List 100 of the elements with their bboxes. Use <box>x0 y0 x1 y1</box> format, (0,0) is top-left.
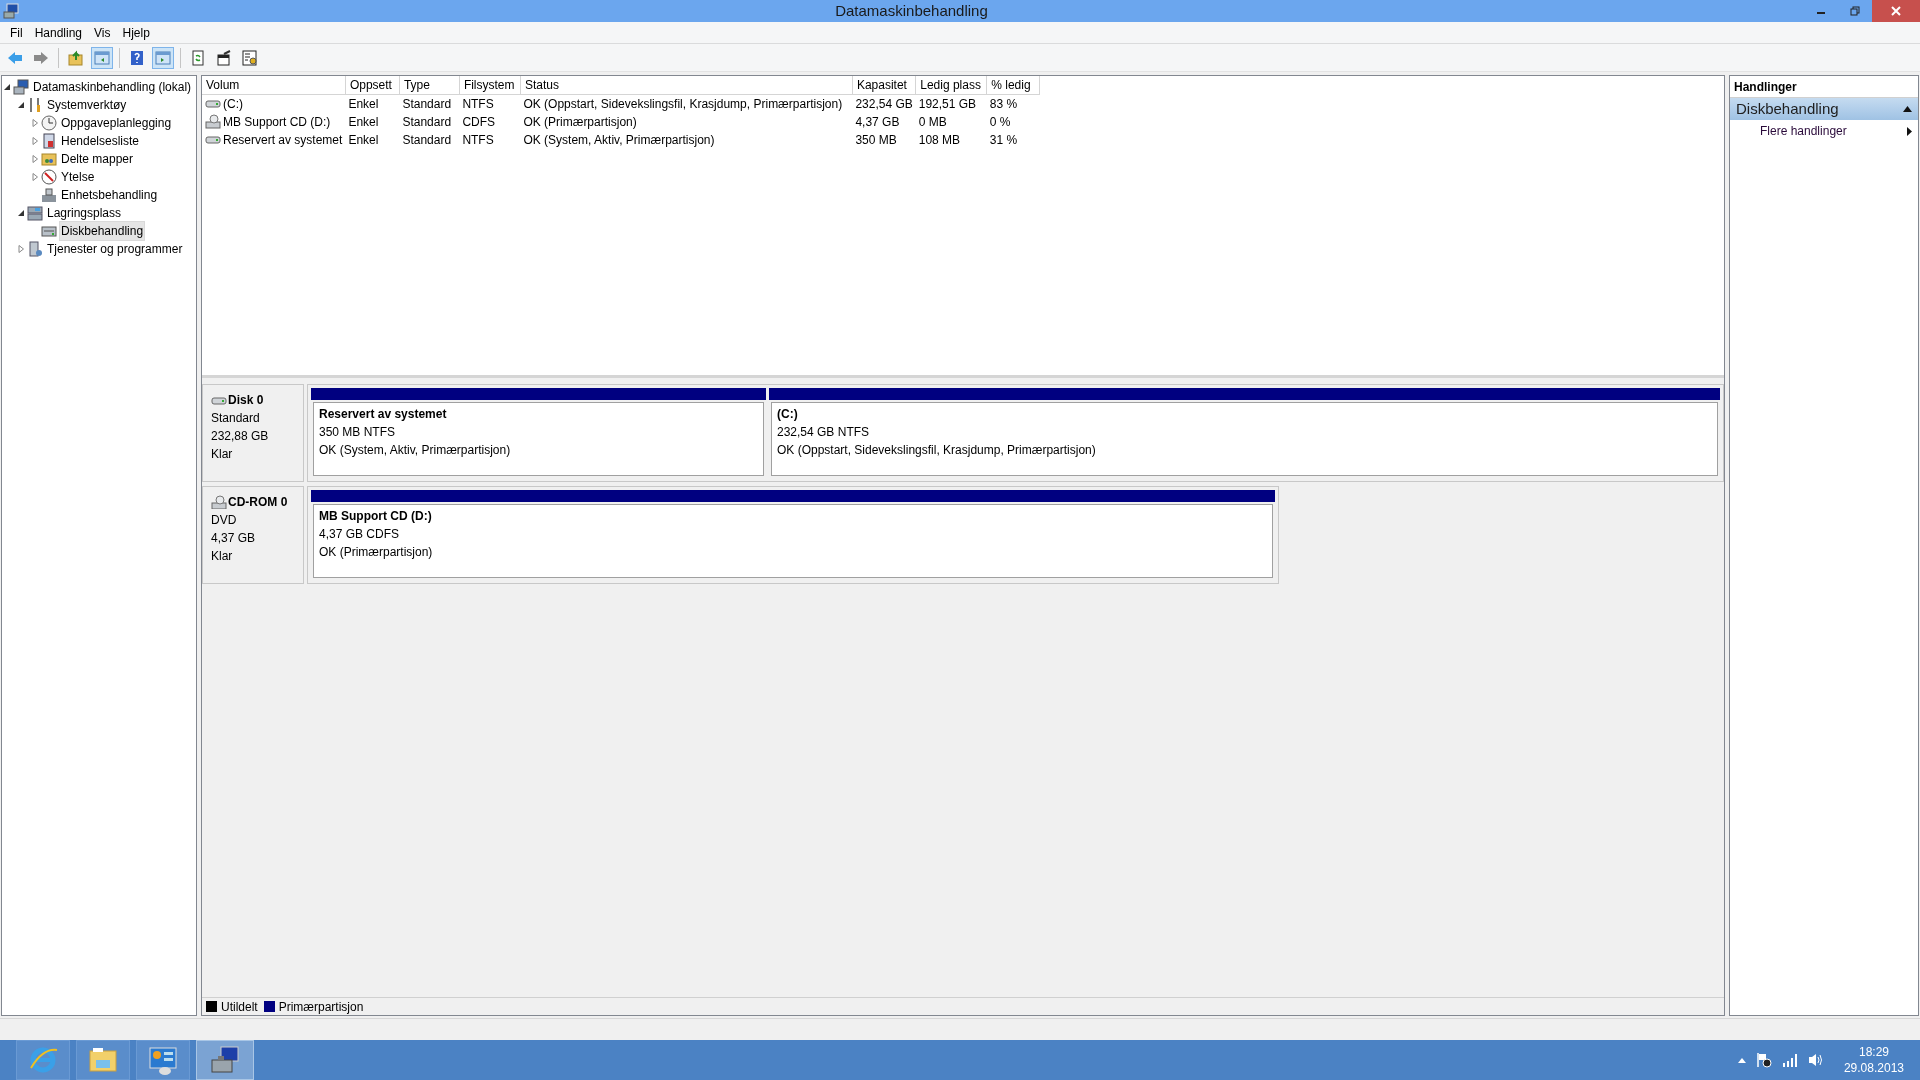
close-icon <box>1891 6 1901 16</box>
collapsed-arrow-icon[interactable] <box>31 155 39 163</box>
submenu-arrow-icon <box>1907 126 1912 136</box>
taskbar-button[interactable] <box>196 1040 254 1080</box>
tree-item[interactable]: Delte mapper <box>59 149 136 169</box>
partition-details: 350 MB NTFS <box>319 424 397 441</box>
table-cell: 192,51 GB <box>918 97 977 111</box>
taskbar-button[interactable] <box>136 1040 190 1080</box>
action-link[interactable]: Flere handlinger <box>1760 122 1847 140</box>
legend-label: Primærpartisjon <box>278 998 364 1016</box>
tree-item[interactable]: Oppgaveplanlegging <box>59 113 174 133</box>
disk-type: Standard <box>211 410 261 427</box>
refresh-icon[interactable] <box>190 49 206 66</box>
menu-item[interactable]: Vis <box>88 21 117 44</box>
speaker-icon[interactable] <box>1807 1052 1824 1068</box>
legend-label: Utildelt <box>221 998 258 1016</box>
pane-toggle-icon[interactable] <box>155 49 171 66</box>
collapsed-arrow-icon[interactable] <box>31 137 39 145</box>
folder-up-icon[interactable] <box>68 49 84 66</box>
log-icon <box>41 133 57 149</box>
disk-name: Disk 0 <box>228 392 264 409</box>
clock[interactable]: 18:29 29.08.2013 <box>1843 1044 1904 1076</box>
tree-item[interactable]: Datamaskinbehandling (lokal) <box>31 77 194 97</box>
cd-drive-icon <box>211 495 227 509</box>
menu-item[interactable]: Handling <box>28 21 89 44</box>
column-header[interactable]: Type <box>399 76 460 95</box>
computer-icon <box>13 79 29 95</box>
collapsed-arrow-icon[interactable] <box>17 245 25 253</box>
control-panel-icon <box>147 1044 179 1076</box>
computer-toolbox-icon <box>209 1044 241 1076</box>
tree-item[interactable]: Diskbehandling <box>59 221 146 241</box>
back-arrow-icon[interactable] <box>7 49 23 66</box>
tree-item[interactable]: Hendelsesliste <box>59 131 142 151</box>
close-button[interactable] <box>1872 0 1920 22</box>
window-title: Datamaskinbehandling <box>835 1 988 19</box>
tree-item[interactable]: Systemverktøy <box>45 95 129 115</box>
table-cell: 0 MB <box>918 115 947 129</box>
folder-icon <box>41 151 57 167</box>
table-cell: Enkel <box>348 133 379 147</box>
table-cell: CDFS <box>462 115 496 129</box>
table-cell: Standard <box>402 97 452 111</box>
tree-item[interactable]: Lagringsplass <box>45 203 124 223</box>
column-header[interactable]: Volum <box>202 76 346 95</box>
table-cell-text: Reservert av systemet <box>223 132 343 149</box>
disk-status: Klar <box>211 548 234 565</box>
disk-name: CD-ROM 0 <box>228 494 288 511</box>
partition-status: OK (System, Aktiv, Primærpartisjon) <box>319 442 512 459</box>
table-cell-text: MB Support CD (D:) <box>223 114 331 131</box>
partition-details: 4,37 GB CDFS <box>319 526 401 543</box>
expanded-arrow-icon[interactable] <box>3 83 11 91</box>
column-header[interactable]: Kapasitet <box>852 76 916 95</box>
table-cell: 83 % <box>989 97 1018 111</box>
column-header[interactable]: Oppsett <box>345 76 400 95</box>
table-cell-text: (C:) <box>223 96 243 113</box>
table-cell: NTFS <box>462 133 494 147</box>
show-hidden-icons-icon[interactable] <box>1737 1057 1746 1063</box>
table-cell: 232,54 GB <box>855 97 913 111</box>
partition-details: 232,54 GB NTFS <box>777 424 871 441</box>
tree-item[interactable]: Tjenester og programmer <box>45 239 185 259</box>
expanded-arrow-icon[interactable] <box>17 209 25 217</box>
tree-item[interactable]: Ytelse <box>59 167 97 187</box>
column-header[interactable]: Ledig plass <box>915 76 987 95</box>
column-header[interactable]: Status <box>520 76 853 95</box>
tree-item[interactable]: Enhetsbehandling <box>59 185 160 205</box>
restore-icon <box>1850 6 1860 16</box>
table-cell: OK (Primærpartisjon) <box>523 115 637 129</box>
collapsed-arrow-icon[interactable] <box>31 119 39 127</box>
help-icon[interactable] <box>129 49 145 66</box>
partition-status: OK (Oppstart, Sidevekslingsfil, Krasjdump, Primærpartisjon) <box>777 442 1097 459</box>
flag-icon[interactable] <box>1755 1052 1772 1068</box>
partition-name: (C:) <box>777 406 799 423</box>
app-icon <box>3 3 19 19</box>
clock-icon <box>41 115 57 131</box>
column-header[interactable]: Filsystem <box>459 76 521 95</box>
menu-item[interactable]: Fil <box>4 21 29 44</box>
storage-icon <box>27 205 43 221</box>
partition-name: Reservert av systemet <box>319 406 448 423</box>
table-cell: OK (Oppstart, Sidevekslingsfil, Krasjdump, Primærpartisjon) <box>523 97 843 111</box>
expanded-arrow-icon[interactable] <box>17 101 25 109</box>
table-cell: 108 MB <box>918 133 961 147</box>
table-cell: 0 % <box>989 115 1011 129</box>
disk-status: Klar <box>211 446 234 463</box>
table-cell: Standard <box>402 133 452 147</box>
column-header[interactable]: % ledig <box>986 76 1040 95</box>
collapsed-arrow-icon[interactable] <box>31 173 39 181</box>
table-cell: 31 % <box>989 133 1018 147</box>
table-cell: Standard <box>402 115 452 129</box>
partition-status: OK (Primærpartisjon) <box>319 544 434 561</box>
table-cell: Enkel <box>348 97 379 111</box>
device-icon <box>41 187 57 203</box>
signal-icon[interactable] <box>1781 1053 1798 1067</box>
menu-item[interactable]: Hjelp <box>116 21 156 44</box>
table-cell: NTFS <box>462 97 494 111</box>
disk-type: DVD <box>211 512 238 529</box>
taskbar-button[interactable] <box>76 1040 130 1080</box>
section-header[interactable]: Diskbehandling <box>1730 98 1918 120</box>
forward-arrow-icon[interactable] <box>33 49 49 66</box>
pane-toggle-icon[interactable] <box>94 49 110 66</box>
table-cell: Enkel <box>348 115 379 129</box>
table-cell: OK (System, Aktiv, Primærpartisjon) <box>523 133 715 147</box>
